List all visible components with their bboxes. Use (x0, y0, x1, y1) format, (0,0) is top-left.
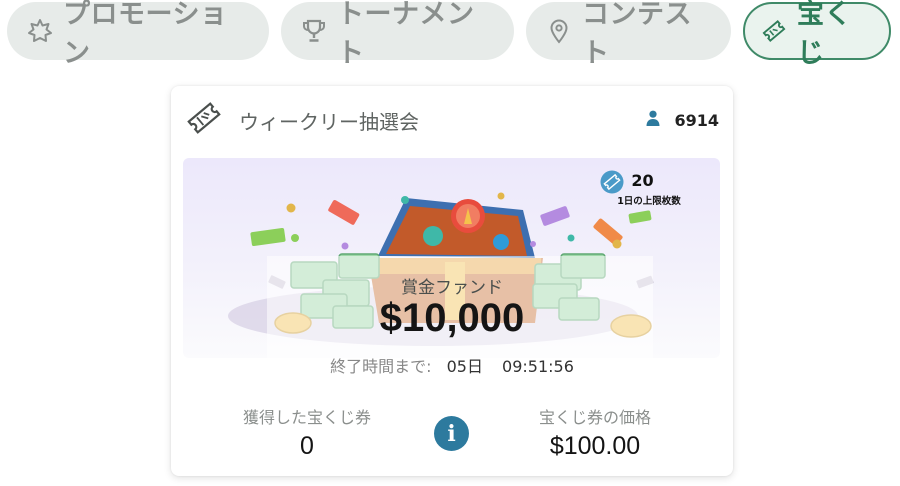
timer-days: 05日 (446, 357, 483, 376)
participants-value: 6914 (674, 110, 719, 130)
tab-label: コンテスト (582, 0, 692, 69)
tab-label: トーナメント (337, 0, 475, 69)
daily-limit-label: 1日の上限枚数 (617, 196, 681, 207)
tab-bar: プロモーション トーナメント コンテスト 宝くじ (7, 0, 891, 69)
daily-limit: 20 1日の上限枚数 (600, 170, 698, 207)
card-header: ウィークリー抽選会 6914 (187, 100, 719, 140)
tab-contests[interactable]: コンテスト (526, 0, 731, 69)
tab-label: 宝くじ (797, 0, 852, 69)
prize-fund-amount: $10,000 (379, 296, 525, 340)
timer-time: 09:51:56 (502, 357, 574, 376)
user-icon (646, 110, 660, 130)
puzzle-star-icon (27, 18, 53, 44)
ticket-price-label: 宝くじ券の価格 (538, 408, 651, 427)
lottery-card[interactable]: ウィークリー抽選会 6914 20 1日の上限枚数 賞金ファンド $10,000… (171, 86, 733, 476)
timer-label: 終了時間まで: (330, 357, 432, 376)
participants-count: 6914 (646, 110, 719, 130)
ticket-price: 宝くじ券の価格 $100.00 (495, 404, 695, 461)
trophy-icon (301, 18, 327, 44)
ticket-icon (187, 101, 221, 139)
tab-promotions[interactable]: プロモーション (7, 0, 269, 69)
tab-tournaments[interactable]: トーナメント (281, 0, 514, 69)
map-pin-icon (546, 18, 572, 44)
tickets-earned-label: 獲得した宝くじ券 (242, 408, 371, 427)
tickets-earned: 獲得した宝くじ券 0 (207, 404, 407, 461)
card-title: ウィークリー抽選会 (239, 109, 419, 134)
ticket-price-value: $100.00 (549, 432, 641, 460)
daily-limit-count: 20 (631, 171, 654, 190)
countdown-timer: 終了時間まで: 05日 09:51:56 (171, 353, 733, 377)
info-button[interactable]: i (434, 416, 469, 451)
tab-lottery[interactable]: 宝くじ (743, 0, 891, 69)
tickets-earned-value: 0 (300, 432, 314, 460)
prize-fund-label: 賞金ファンド (401, 278, 503, 298)
ticket-icon (761, 18, 787, 44)
tab-label: プロモーション (63, 0, 228, 69)
